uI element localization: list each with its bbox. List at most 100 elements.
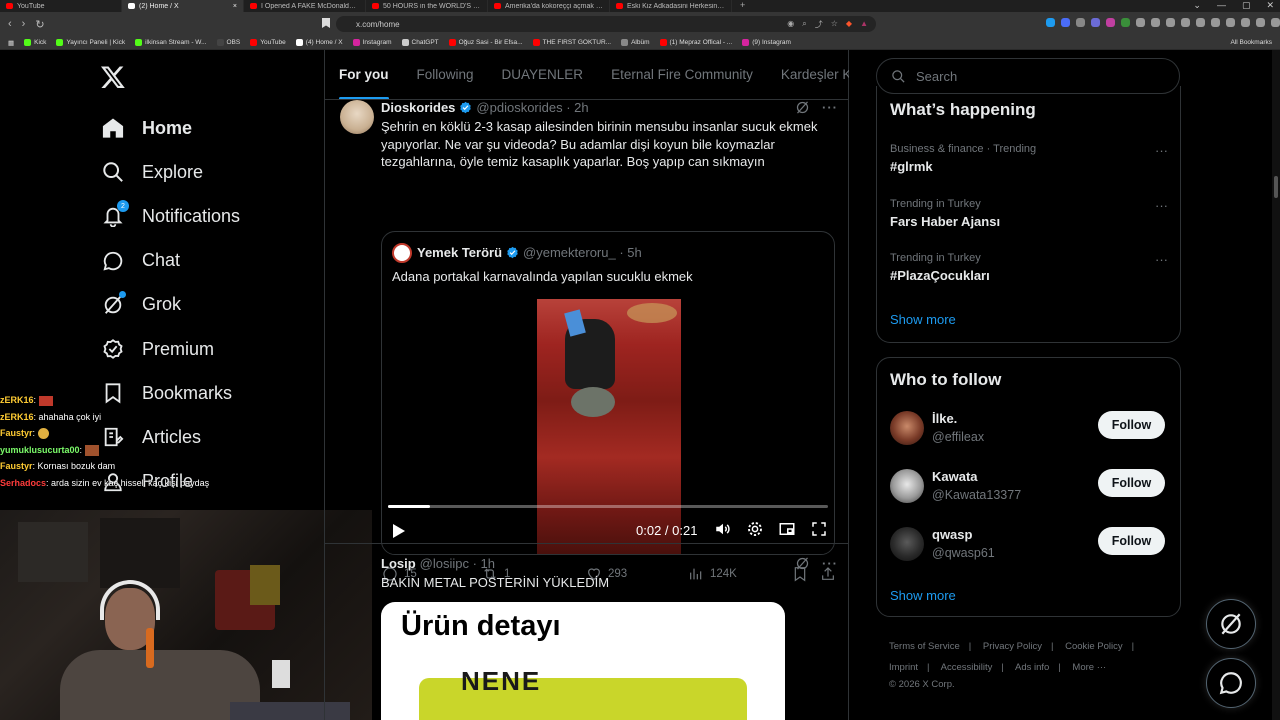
extension-icon[interactable] [1046,18,1055,27]
show-more-link[interactable]: Show more [890,588,956,603]
bookmark-item[interactable]: Albüm [621,39,650,46]
pip-icon[interactable] [778,520,796,538]
reload-icon[interactable]: ↻ [35,18,44,31]
trend-item[interactable]: Trending in Turkey Fars Haber Ajansı ··· [890,198,1168,229]
bookmark-item[interactable]: (4) Home / X [295,39,343,46]
follow-button[interactable]: Follow [1098,469,1165,497]
bookmark-item[interactable]: (1) Mepraz Offical - ... [659,39,732,46]
footer-link[interactable]: Cookie Policy [1065,641,1123,652]
extension-icon[interactable] [1211,18,1220,27]
post-image[interactable]: Ürün detayı NENE [381,602,785,720]
nav-premium[interactable]: Premium [102,327,240,371]
footer-link[interactable]: Imprint [889,662,918,673]
more-icon[interactable]: ··· [1155,143,1168,158]
bookmark-item[interactable]: THE FIRST GOKTUR... [532,39,611,46]
footer-link[interactable]: Accessibility [941,662,993,673]
nav-notifications[interactable]: 2 Notifications [102,194,240,238]
tab-duayenler[interactable]: DUAYENLER [488,50,598,99]
play-icon[interactable] [392,523,406,539]
video-progress-bar[interactable] [388,505,828,508]
grok-fab[interactable] [1206,599,1256,649]
extension-icon[interactable] [1076,18,1085,27]
author-name[interactable]: Yemek Terörü [417,245,502,260]
bookmark-item[interactable]: ilkinsan Stream - W... [135,39,207,46]
quoted-post[interactable]: Yemek Terörü @yemekteroru_ · 5h Adana po… [381,231,835,555]
extension-icon[interactable] [1271,18,1280,27]
browser-tab-kokorecci[interactable]: Amerika'da kokoreççi açmak - YouTu [488,0,610,12]
follow-button[interactable]: Follow [1098,527,1165,555]
trend-item[interactable]: Trending in Turkey #PlazaÇocukları ··· [890,252,1168,283]
fullscreen-icon[interactable] [810,520,828,538]
video-player[interactable]: 0:02 / 0:21 [382,299,834,554]
bookmark-item[interactable]: OBS [216,39,240,46]
brave-shield-icon[interactable]: ◆ [846,19,852,30]
author-name[interactable]: Losip [381,556,416,571]
more-icon[interactable]: ··· [822,556,838,571]
close-icon[interactable]: ✕ [1266,0,1274,11]
browser-tab-mcdonalds[interactable]: I Opened A FAKE McDonalds Drive-T [244,0,366,12]
bookmark-item[interactable]: Oğuz Sasi - Bir Efsa... [448,39,523,46]
all-bookmarks[interactable]: All Bookmarks [1230,39,1272,46]
tab-following[interactable]: Following [403,50,488,99]
bookmark-item[interactable]: Instagram [352,39,392,46]
apps-grid-icon[interactable]: ▦ [8,39,14,47]
new-tab-button[interactable]: + [732,0,753,12]
rewards-icon[interactable]: ▲ [860,19,868,30]
extension-icon[interactable] [1061,18,1070,27]
author-name[interactable]: Dioskorides [381,100,455,115]
grok-icon[interactable] [795,100,810,115]
extension-icon[interactable] [1166,18,1175,27]
bookmark-item[interactable]: Yayıncı Paneli | Kick [56,39,125,46]
more-icon[interactable]: ··· [822,100,838,115]
extension-icon[interactable] [1181,18,1190,27]
tab-for-you[interactable]: For you [325,50,403,99]
extension-icon[interactable] [1091,18,1100,27]
footer-link[interactable]: Privacy Policy [983,641,1042,652]
bookmark-item[interactable]: Kick [24,39,46,46]
browser-tab-50-hours[interactable]: 50 HOURS in the WORLD'S BEST FIR [366,0,488,12]
maximize-icon[interactable]: ▢ [1242,0,1251,11]
extension-icon[interactable] [1256,18,1265,27]
avatar[interactable] [340,100,374,134]
extension-icon[interactable] [1196,18,1205,27]
eye-icon[interactable]: ◉ [787,19,794,30]
bookmark-item[interactable]: ChatGPT [401,39,439,46]
bookmark-item[interactable]: YouTube [250,39,286,46]
extension-icon[interactable] [1121,18,1130,27]
nav-explore[interactable]: Explore [102,150,240,194]
browser-tab-eski-kiz[interactable]: Eski Kiz Adkadasini Herkesin Öndüm [610,0,732,12]
avatar[interactable] [890,411,924,445]
share-icon[interactable]: ⤴ [815,19,823,30]
footer-link[interactable]: More ··· [1072,662,1106,673]
author-handle[interactable]: @yemekteroru_ · 5h [523,245,642,260]
more-icon[interactable]: ··· [1155,252,1168,267]
extension-icon[interactable] [1241,18,1250,27]
bookmark-item[interactable]: (9) Instagram [742,39,791,46]
extension-icon[interactable] [1106,18,1115,27]
tab-eternal-fire[interactable]: Eternal Fire Community [597,50,767,99]
nav-chat[interactable]: Chat [102,239,240,283]
follow-suggestion[interactable]: Kawata @Kawata13377 Follow [890,469,1168,509]
footer-link[interactable]: Ads info [1015,662,1049,673]
avatar[interactable] [890,469,924,503]
close-tab-icon[interactable]: × [233,3,237,10]
messages-fab[interactable] [1206,658,1256,708]
tab-kardesler[interactable]: Kardeşler Ku [767,50,849,99]
footer-link[interactable]: Terms of Service [889,641,960,652]
extension-icon[interactable] [1136,18,1145,27]
back-icon[interactable]: ‹ [8,18,12,31]
trend-item[interactable]: Business & finance · Trending #glrmk ··· [890,143,1168,174]
browser-tab-youtube[interactable]: YouTube [0,0,122,12]
nav-home[interactable]: Home [102,106,240,150]
follow-suggestion[interactable]: qwasp @qwasp61 Follow [890,527,1168,567]
follow-button[interactable]: Follow [1098,411,1165,439]
settings-icon[interactable] [746,520,764,538]
avatar[interactable] [890,527,924,561]
bookmark-star-icon[interactable] [322,18,330,28]
x-logo-icon[interactable] [100,64,126,90]
browser-tab-x-home[interactable]: (2) Home / X × [122,0,244,12]
address-bar[interactable]: x.com/home ◉ ⌕ ⤴ ☆ ◆ ▲ [336,16,876,32]
star-icon[interactable]: ☆ [831,19,838,30]
author-handle[interactable]: @pdioskorides · 2h [476,100,588,115]
author-handle[interactable]: @losiipc · 1h [420,556,495,571]
